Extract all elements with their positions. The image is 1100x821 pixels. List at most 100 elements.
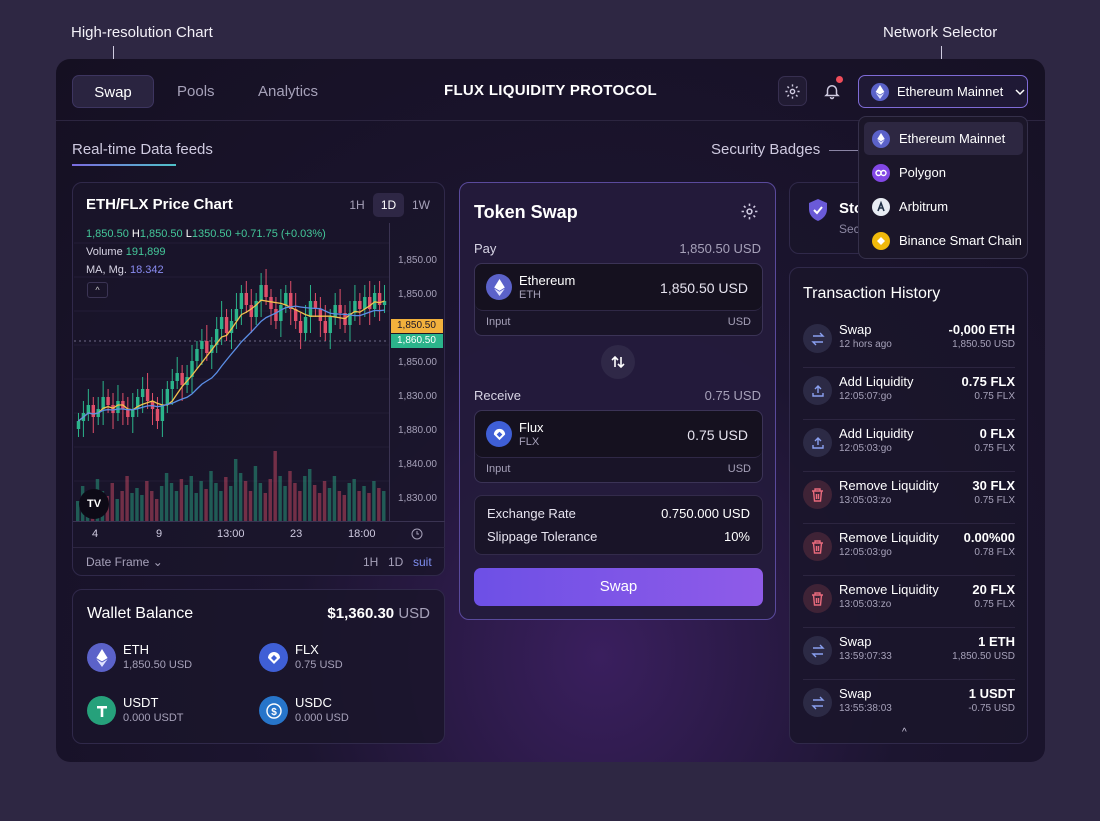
pay-amount-input[interactable]: 1,850.50 USD xyxy=(660,280,748,296)
volume-bar xyxy=(229,486,233,521)
rate-summary: Exchange Rate 0.750.000 USD Slippage Tol… xyxy=(474,495,763,555)
ethereum-icon xyxy=(871,82,889,101)
bell-icon xyxy=(823,85,840,100)
candle-body xyxy=(145,389,150,401)
shield-icon xyxy=(809,199,827,221)
date-frame-label: Date Frame xyxy=(86,555,150,569)
tx-row[interactable]: Add Liquidity 12:05:07:go 0.75 FLX 0.75 … xyxy=(803,368,1015,420)
ethereum-icon xyxy=(486,274,512,300)
app-window: Swap Pools Analytics FLUX LIQUIDITY PROT… xyxy=(56,59,1045,762)
pay-token-box[interactable]: Ethereum ETH 1,850.50 USD Input USD xyxy=(474,263,763,336)
volume-bar xyxy=(268,479,272,521)
exchange-rate-label: Exchange Rate xyxy=(487,506,576,521)
receive-token-selector[interactable]: Flux FLX 0.75 USD xyxy=(475,411,762,458)
volume-bar xyxy=(248,491,253,521)
volume-bar xyxy=(154,499,159,521)
volume-bar xyxy=(253,466,258,521)
clock-icon[interactable] xyxy=(411,528,423,540)
receive-amount-input[interactable]: 0.75 USD xyxy=(687,427,748,443)
flux-icon xyxy=(259,643,288,672)
asset-usdc[interactable]: $ USDC 0.000 USD xyxy=(259,693,419,729)
wallet-total-value: $1,360.30 xyxy=(327,605,395,622)
candle-body xyxy=(338,305,342,313)
transaction-history-card: Transaction History Swap 12 hors ago -0,… xyxy=(789,267,1028,744)
candle-body xyxy=(249,305,253,317)
tx-amount: -0,000 ETH xyxy=(948,322,1015,337)
candle-body xyxy=(200,341,204,349)
tx-row[interactable]: Swap 13:59:07:33 1 ETH 1,850.50 USD xyxy=(803,628,1015,680)
volume-bar xyxy=(209,471,213,521)
candle-body xyxy=(279,305,283,321)
tx-sub: 1,850.50 USD xyxy=(952,651,1015,662)
swap-direction-button[interactable] xyxy=(601,345,635,379)
volume-bar xyxy=(367,493,371,521)
chart-footer: Date Frame ⌄ 1H 1D suit xyxy=(73,547,445,575)
scroll-up-icon[interactable]: ^ xyxy=(902,727,907,738)
tx-type: Remove Liquidity xyxy=(839,478,939,493)
candle-body xyxy=(372,293,377,309)
pay-token-selector[interactable]: Ethereum ETH 1,850.50 USD xyxy=(475,264,762,311)
volume-bar xyxy=(238,473,243,521)
tx-row[interactable]: Remove Liquidity 12:05:03:go 0.00%00 0.7… xyxy=(803,524,1015,576)
tradingview-logo: TV xyxy=(79,489,109,519)
footer-tf-1h[interactable]: 1H xyxy=(363,555,378,569)
tf-1d[interactable]: 1D xyxy=(373,193,404,217)
notifications-button[interactable] xyxy=(817,76,846,106)
date-frame-dropdown[interactable]: Date Frame ⌄ xyxy=(86,555,163,569)
candle-body xyxy=(195,349,199,361)
tf-1h[interactable]: 1H xyxy=(343,193,371,217)
volume-bar xyxy=(357,491,361,521)
time-tick: 9 xyxy=(156,528,163,540)
tx-row[interactable]: Remove Liquidity 13:05:03:zo 30 FLX 0.75… xyxy=(803,472,1015,524)
notification-dot xyxy=(836,76,843,83)
price-chart-card: ETH/FLX Price Chart 1H 1D 1W 1,850.50 H1… xyxy=(72,182,445,576)
callout-chart: High-resolution Chart xyxy=(71,24,213,41)
asset-usdt[interactable]: USDT 0.000 USDT xyxy=(87,693,247,729)
callout-security: Security Badges xyxy=(711,141,821,158)
slippage-value[interactable]: 10% xyxy=(724,529,750,544)
receive-token-name: Flux xyxy=(519,420,544,435)
volume-bar xyxy=(164,473,169,521)
chevron-down-icon xyxy=(1015,88,1025,95)
volume-bar xyxy=(312,485,317,521)
wallet-title: Wallet Balance xyxy=(87,605,194,622)
network-option-bnb[interactable]: Binance Smart Chain xyxy=(864,224,1023,257)
volume-bar xyxy=(337,491,342,521)
volume-bar xyxy=(293,483,297,521)
network-option-ethereum[interactable]: Ethereum Mainnet xyxy=(864,122,1023,155)
network-selector[interactable]: Ethereum Mainnet xyxy=(858,75,1028,108)
volume-bar xyxy=(347,483,351,521)
tf-1w[interactable]: 1W xyxy=(407,193,435,217)
swap-button[interactable]: Swap xyxy=(474,568,763,606)
tx-row[interactable]: Swap 12 hors ago -0,000 ETH 1,850.50 USD xyxy=(803,316,1015,368)
settings-button[interactable] xyxy=(778,76,807,106)
asset-eth[interactable]: ETH 1,850.50 USD xyxy=(87,640,247,676)
slippage-label: Slippage Tolerance xyxy=(487,529,598,544)
receive-input-label: Input xyxy=(486,463,511,475)
tx-row[interactable]: Remove Liquidity 13:05:03:zo 20 FLX 0.75… xyxy=(803,576,1015,628)
candlestick-chart[interactable] xyxy=(74,223,389,521)
volume-bar xyxy=(120,491,124,521)
footer-tf-1d[interactable]: 1D xyxy=(388,555,403,569)
tx-row[interactable]: Swap 13:55:38:03 1 USDT -0.75 USD xyxy=(803,680,1015,732)
network-option-arbitrum[interactable]: Arbitrum xyxy=(864,190,1023,223)
gear-icon[interactable] xyxy=(740,202,759,221)
volume-bar xyxy=(130,493,134,521)
tx-history-title: Transaction History xyxy=(803,285,941,302)
tx-time: 12:05:07:go xyxy=(839,391,892,402)
network-option-label: Arbitrum xyxy=(899,199,949,214)
candle-body xyxy=(111,405,115,413)
volume-bar xyxy=(194,493,198,521)
receive-token-box[interactable]: Flux FLX 0.75 USD Input USD xyxy=(474,410,763,483)
footer-link[interactable]: suit xyxy=(413,555,432,569)
tx-row[interactable]: Add Liquidity 12:05:03:go 0 FLX 0.75 FLX xyxy=(803,420,1015,472)
callout-network: Network Selector xyxy=(883,24,998,41)
asset-flx[interactable]: FLX 0.75 USD xyxy=(259,640,419,676)
wallet-total: $1,360.30 USD xyxy=(327,605,430,622)
candle-body xyxy=(284,293,288,305)
volume-bar xyxy=(199,481,203,521)
tx-amount: 0 FLX xyxy=(979,426,1015,441)
volume-bar xyxy=(159,486,164,521)
network-option-polygon[interactable]: Polygon xyxy=(864,156,1023,189)
candle-body xyxy=(308,301,313,317)
